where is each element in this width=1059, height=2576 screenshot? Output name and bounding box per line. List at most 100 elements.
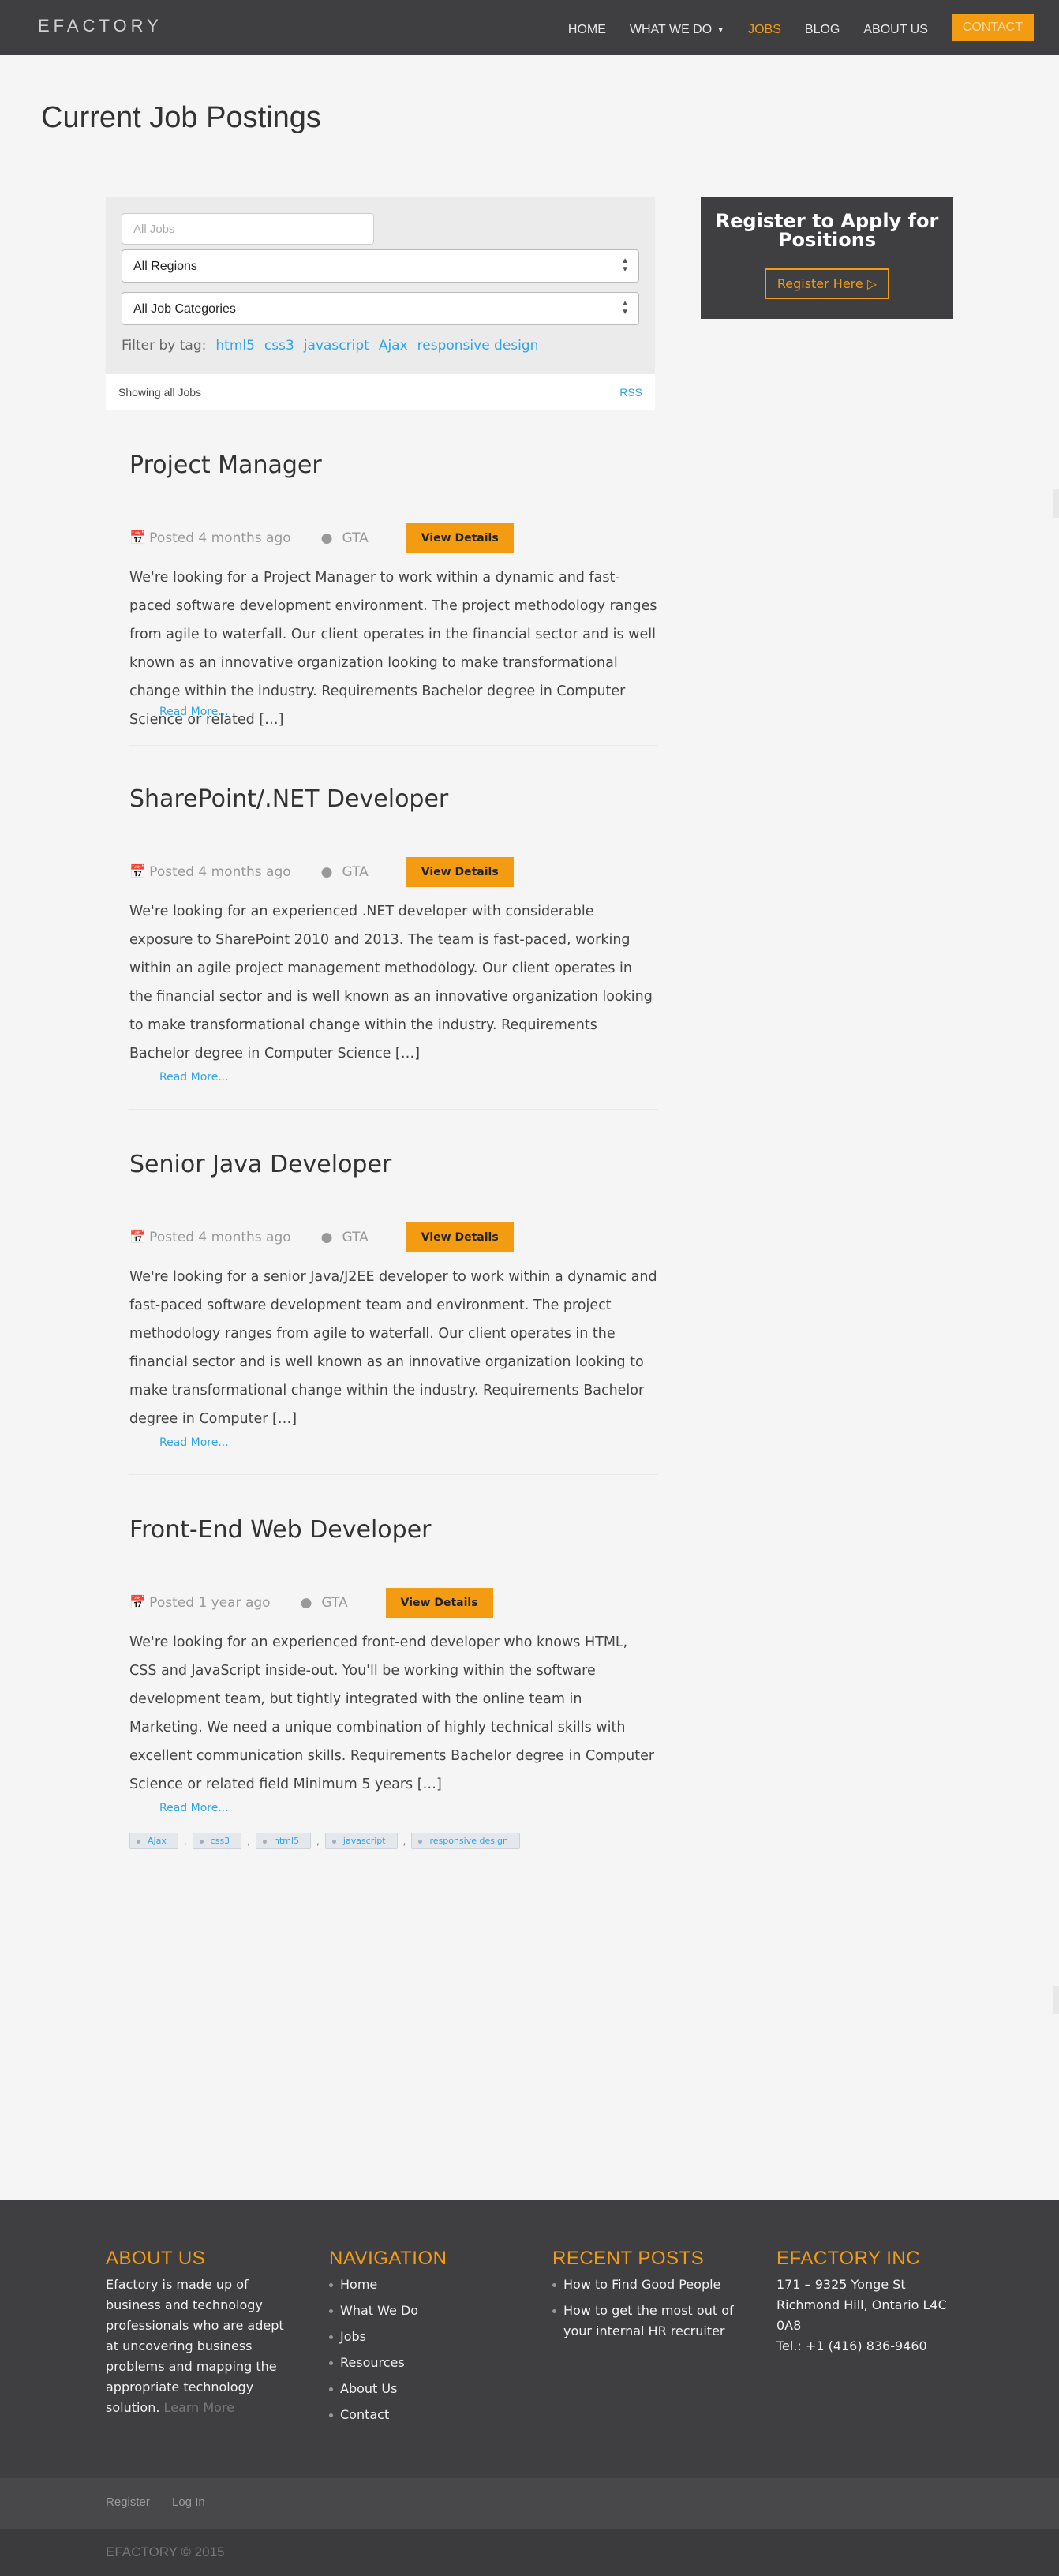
calendar-icon: 📅 xyxy=(129,1230,147,1245)
map-pin-icon: ● xyxy=(320,530,333,546)
side-scroll-tab[interactable] xyxy=(1053,489,1059,518)
tag-chip[interactable]: css3 xyxy=(192,1833,242,1849)
job-excerpt: We're looking for a senior Java/J2EE dev… xyxy=(129,1269,657,1427)
play-circle-icon: ▷ xyxy=(866,276,878,291)
tag-filter: Filter by tag: html5 css3 javascript Aja… xyxy=(122,338,538,354)
job-posted: Posted 4 months ago xyxy=(149,864,291,880)
job-meta: 📅 Posted 4 months ago ● GTA View Details xyxy=(129,522,514,554)
nav-about-us-label: ABOUT US xyxy=(863,23,928,36)
footer-about: ABOUT US Efactory is made up of business… xyxy=(106,2248,298,2418)
footer-nav-resources[interactable]: Resources xyxy=(329,2353,522,2373)
chevron-down-icon: ▼ xyxy=(717,25,725,35)
job-posting: SharePoint/.NET Developer 📅 Posted 4 mon… xyxy=(129,785,658,1110)
job-location: GTA xyxy=(342,1230,369,1245)
tag-filter-javascript[interactable]: javascript xyxy=(304,338,369,354)
footer-nav-home[interactable]: Home xyxy=(329,2275,522,2295)
job-excerpt: We're looking for an experienced .NET de… xyxy=(129,904,653,1061)
calendar-icon: 📅 xyxy=(129,864,147,880)
job-location: GTA xyxy=(342,864,369,880)
view-details-button[interactable]: View Details xyxy=(406,523,514,553)
job-excerpt: We're looking for an experienced front-e… xyxy=(129,1634,655,1792)
tag-filter-label: Filter by tag: xyxy=(122,338,207,354)
nav-contact-button[interactable]: CONTACT xyxy=(951,14,1034,41)
footer-nav-what-we-do[interactable]: What We Do xyxy=(329,2301,522,2321)
nav-what-we-do-label: WHAT WE DO xyxy=(629,23,713,36)
tag-chip[interactable]: html5 xyxy=(256,1833,312,1849)
footer-company: EFACTORY INC 171 – 9325 Yonge St Richmon… xyxy=(776,2248,950,2357)
view-details-button[interactable]: View Details xyxy=(406,857,514,887)
tag-separator: , xyxy=(402,1835,406,1847)
job-title[interactable]: Senior Java Developer xyxy=(129,1151,658,1178)
register-here-button[interactable]: Register Here ▷ xyxy=(764,268,890,299)
footer-about-title: ABOUT US xyxy=(106,2248,206,2269)
footer-company-title: EFACTORY INC xyxy=(776,2248,921,2269)
recent-post-link[interactable]: How to get the most out of your internal… xyxy=(552,2301,745,2342)
tag-chip[interactable]: Ajax xyxy=(129,1833,178,1849)
footer-nav-jobs[interactable]: Jobs xyxy=(329,2327,522,2347)
job-filter-panel: All Regions ▲▼ All Job Categories ▲▼ Fil… xyxy=(106,197,655,374)
calendar-icon: 📅 xyxy=(129,530,147,546)
job-posted: Posted 1 year ago xyxy=(149,1595,271,1611)
nav-home[interactable]: HOME xyxy=(568,23,606,37)
company-address-line1: 171 – 9325 Yonge St xyxy=(776,2277,906,2292)
footer-nav-contact[interactable]: Contact xyxy=(329,2405,522,2425)
view-details-button[interactable]: View Details xyxy=(406,1222,514,1252)
map-pin-icon: ● xyxy=(320,864,333,880)
recent-post-link[interactable]: How to Find Good People xyxy=(552,2275,745,2295)
category-select-value: All Job Categories xyxy=(133,302,236,316)
login-link[interactable]: Log In xyxy=(172,2496,205,2509)
read-more-link[interactable]: Read More... xyxy=(159,1802,229,1814)
nav-blog-label: BLOG xyxy=(804,23,840,36)
category-select[interactable]: All Job Categories ▲ ▼ xyxy=(122,292,639,325)
map-pin-icon: ● xyxy=(320,1230,333,1245)
read-more-link[interactable]: Read More... xyxy=(159,1436,229,1449)
nav-home-label: HOME xyxy=(567,23,606,36)
region-select[interactable]: All Regions ▲ ▼ xyxy=(122,249,639,283)
footer-navigation: NAVIGATION Home What We Do Jobs Resource… xyxy=(329,2248,522,2431)
job-location: GTA xyxy=(321,1595,348,1611)
copyright-bar: EFACTORY © 2015 xyxy=(0,2529,1059,2576)
tag-filter-responsive-design[interactable]: responsive design xyxy=(417,338,539,354)
nav-about-us[interactable]: ABOUT US xyxy=(863,23,928,37)
tag-filter-ajax[interactable]: Ajax xyxy=(379,338,408,354)
site-footer: ABOUT US Efactory is made up of business… xyxy=(0,2200,1059,2478)
read-more-link[interactable]: Read More... xyxy=(159,1071,229,1084)
calendar-icon: 📅 xyxy=(129,1595,147,1611)
site-logo[interactable]: EFACTORY xyxy=(38,16,163,36)
tag-chip[interactable]: javascript xyxy=(324,1833,398,1849)
job-tags: Ajax , css3 , html5 , javascript , respo… xyxy=(129,1833,520,1849)
tag-separator: , xyxy=(316,1835,320,1847)
job-title[interactable]: Front-End Web Developer xyxy=(129,1516,658,1544)
showing-text: Showing all Jobs xyxy=(118,386,202,399)
side-scroll-tab[interactable] xyxy=(1053,1986,1059,2014)
nav-contact-label: CONTACT xyxy=(962,21,1023,34)
tag-separator: , xyxy=(183,1835,187,1847)
view-details-button[interactable]: View Details xyxy=(385,1588,493,1618)
job-search-input[interactable] xyxy=(122,213,374,245)
tag-filter-css3[interactable]: css3 xyxy=(264,338,294,354)
register-widget: Register to Apply for Positions Register… xyxy=(701,197,953,319)
map-pin-icon: ● xyxy=(300,1595,312,1611)
read-more-link[interactable]: Read More... xyxy=(159,706,229,718)
job-posting: Project Manager 📅 Posted 4 months ago ● … xyxy=(129,451,658,746)
footer-nav-about-us[interactable]: About Us xyxy=(329,2379,522,2399)
nav-what-we-do[interactable]: WHAT WE DO ▼ xyxy=(630,23,724,37)
job-posting: Senior Java Developer 📅 Posted 4 months … xyxy=(129,1151,658,1475)
register-link[interactable]: Register xyxy=(106,2496,150,2509)
page-title: Current Job Postings xyxy=(41,101,321,134)
nav-jobs[interactable]: JOBS xyxy=(748,23,781,37)
sub-footer: Register Log In xyxy=(0,2478,1059,2529)
divider xyxy=(129,1474,658,1475)
rss-link[interactable]: RSS xyxy=(619,386,642,399)
job-meta: 📅 Posted 1 year ago ● GTA View Details xyxy=(129,1587,493,1619)
job-title[interactable]: SharePoint/.NET Developer xyxy=(129,785,658,813)
copyright-text: EFACTORY © 2015 xyxy=(106,2544,225,2559)
learn-more-link[interactable]: Learn More xyxy=(164,2400,234,2415)
job-title[interactable]: Project Manager xyxy=(129,451,658,479)
job-meta: 📅 Posted 4 months ago ● GTA View Details xyxy=(129,1222,514,1253)
results-bar: Showing all Jobs RSS xyxy=(106,374,655,410)
nav-blog[interactable]: BLOG xyxy=(805,23,840,37)
tag-chip[interactable]: responsive design xyxy=(411,1833,520,1849)
tag-filter-html5[interactable]: html5 xyxy=(215,338,255,354)
register-button-label: Register Here xyxy=(776,276,863,291)
